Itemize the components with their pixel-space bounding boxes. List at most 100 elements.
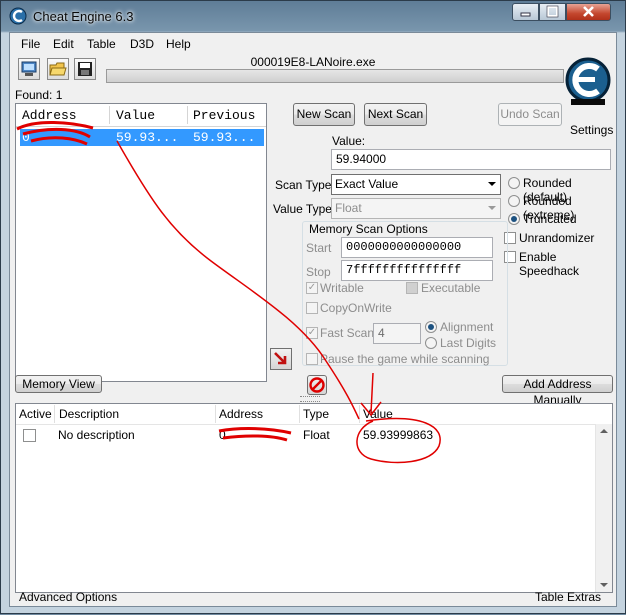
new-scan-button[interactable]: New Scan	[293, 103, 355, 126]
last-digits-radio[interactable]	[425, 337, 437, 349]
value-input[interactable]: 59.94000	[331, 149, 611, 170]
executable-label[interactable]: Executable	[421, 281, 480, 295]
cheat-table[interactable]: Active Description Address Type Value No…	[15, 403, 613, 593]
stop-scan-button[interactable]	[307, 375, 327, 395]
header-divider	[187, 106, 188, 124]
active-checkbox[interactable]	[23, 429, 36, 442]
executable-checkbox[interactable]	[406, 282, 418, 294]
value-label: Value:	[332, 134, 366, 148]
close-icon	[583, 6, 594, 17]
menu-d3d[interactable]: D3D	[130, 37, 154, 51]
chevron-down-icon	[488, 206, 496, 210]
value-type-value: Float	[335, 201, 362, 215]
cheat-engine-logo[interactable]	[563, 56, 613, 106]
header-divider	[215, 405, 216, 423]
table-row[interactable]: No description 0 Float 59.93999863	[16, 426, 596, 444]
col-previous-header[interactable]: Previous	[193, 108, 255, 123]
fast-scan-input[interactable]: 4	[373, 323, 421, 344]
cheat-engine-app-icon	[9, 7, 27, 25]
found-list-row[interactable]: 0 59.93... 59.93...	[20, 129, 264, 146]
scan-type-select[interactable]: Exact Value	[331, 174, 501, 195]
advanced-options-link[interactable]: Advanced Options	[19, 590, 117, 604]
col-address-header[interactable]: Address	[219, 407, 263, 421]
header-divider	[359, 405, 360, 423]
header-divider	[109, 106, 110, 124]
splitter-grip[interactable]	[300, 396, 320, 402]
cheat-engine-window: Cheat Engine 6.3 File Edit Table D3D Hel…	[0, 0, 626, 614]
value-type-label: Value Type	[273, 202, 332, 216]
chevron-down-icon	[488, 182, 496, 186]
fast-scan-checkbox[interactable]: ✓	[306, 327, 318, 339]
settings-label[interactable]: Settings	[570, 123, 613, 137]
main-panel: File Edit Table D3D Help 000019E8-LANoir…	[9, 32, 617, 607]
found-list-header: Address Value Previous	[16, 104, 266, 127]
menu-help[interactable]: Help	[166, 37, 191, 51]
header-divider	[299, 405, 300, 423]
row-type[interactable]: Float	[303, 428, 330, 442]
start-label: Start	[306, 241, 332, 255]
scan-progress-bar	[106, 69, 564, 83]
red-arrow-down-right-icon	[274, 352, 287, 365]
stop-label: Stop	[306, 265, 331, 279]
table-scrollbar[interactable]	[595, 424, 612, 592]
menu-table[interactable]: Table	[87, 37, 116, 51]
rounded-extreme-radio[interactable]	[508, 195, 520, 207]
close-button[interactable]	[566, 3, 611, 21]
memory-scan-options-title: Memory Scan Options	[307, 222, 430, 236]
undo-scan-button[interactable]: Undo Scan	[498, 103, 562, 126]
menu-bar: File Edit Table D3D Help	[10, 33, 616, 53]
copyonwrite-label[interactable]: CopyOnWrite	[320, 301, 392, 315]
truncated-radio[interactable]	[508, 213, 520, 225]
value-type-select[interactable]: Float	[331, 198, 501, 219]
truncated-label[interactable]: Truncated	[523, 212, 577, 226]
stop-address-input[interactable]: 7fffffffffffffff	[341, 260, 493, 281]
row-value[interactable]: 59.93999863	[363, 428, 433, 442]
row-description[interactable]: No description	[58, 428, 135, 442]
found-count: Found: 1	[15, 88, 63, 102]
minimize-icon	[520, 12, 531, 17]
col-value-header[interactable]: Value	[363, 407, 393, 421]
next-scan-button[interactable]: Next Scan	[364, 103, 427, 126]
maximize-button[interactable]	[539, 3, 566, 21]
row-address[interactable]: 0	[219, 428, 226, 442]
found-row-address: 0	[22, 130, 30, 145]
alignment-label[interactable]: Alignment	[440, 320, 493, 334]
rounded-default-radio[interactable]	[508, 177, 520, 189]
found-row-value: 59.93...	[116, 130, 179, 145]
writable-label[interactable]: Writable	[320, 281, 364, 295]
menu-file[interactable]: File	[21, 37, 40, 51]
menu-edit[interactable]: Edit	[53, 37, 74, 51]
speedhack-label[interactable]: Enable Speedhack	[519, 250, 616, 278]
col-address-header[interactable]: Address	[22, 108, 77, 123]
col-value-header[interactable]: Value	[116, 108, 155, 123]
window-title: Cheat Engine 6.3	[33, 9, 134, 24]
alignment-radio[interactable]	[425, 321, 437, 333]
no-entry-icon	[309, 377, 325, 393]
scan-type-label: Scan Type	[275, 178, 332, 192]
pause-game-checkbox[interactable]	[306, 353, 318, 365]
col-type-header[interactable]: Type	[303, 407, 329, 421]
copyonwrite-checkbox[interactable]	[306, 302, 318, 314]
minimize-button[interactable]	[512, 3, 539, 21]
add-address-manually-button[interactable]: Add Address Manually	[502, 375, 613, 407]
title-bar[interactable]: Cheat Engine 6.3	[1, 1, 625, 31]
found-address-list[interactable]: Address Value Previous 0 59.93... 59.93.…	[15, 103, 267, 382]
start-address-input[interactable]: 0000000000000000	[341, 237, 493, 258]
scroll-down-icon[interactable]	[600, 583, 608, 587]
unrandomizer-label[interactable]: Unrandomizer	[519, 231, 594, 245]
header-divider	[54, 405, 55, 423]
found-row-previous: 59.93...	[193, 130, 256, 145]
scan-type-value: Exact Value	[335, 177, 399, 191]
table-extras-link[interactable]: Table Extras	[535, 590, 601, 604]
process-name: 000019E8-LANoire.exe	[250, 55, 376, 69]
memory-view-button[interactable]: Memory View	[15, 375, 102, 393]
scroll-up-icon[interactable]	[600, 429, 608, 433]
col-active-header[interactable]: Active	[19, 407, 52, 421]
col-description-header[interactable]: Description	[59, 407, 119, 421]
pause-game-label[interactable]: Pause the game while scanning	[320, 352, 489, 366]
writable-checkbox[interactable]: ✓	[306, 282, 318, 294]
last-digits-label[interactable]: Last Digits	[440, 336, 496, 350]
add-to-table-button[interactable]	[270, 348, 292, 370]
maximize-icon	[546, 5, 559, 18]
fast-scan-label[interactable]: Fast Scan	[320, 326, 374, 340]
